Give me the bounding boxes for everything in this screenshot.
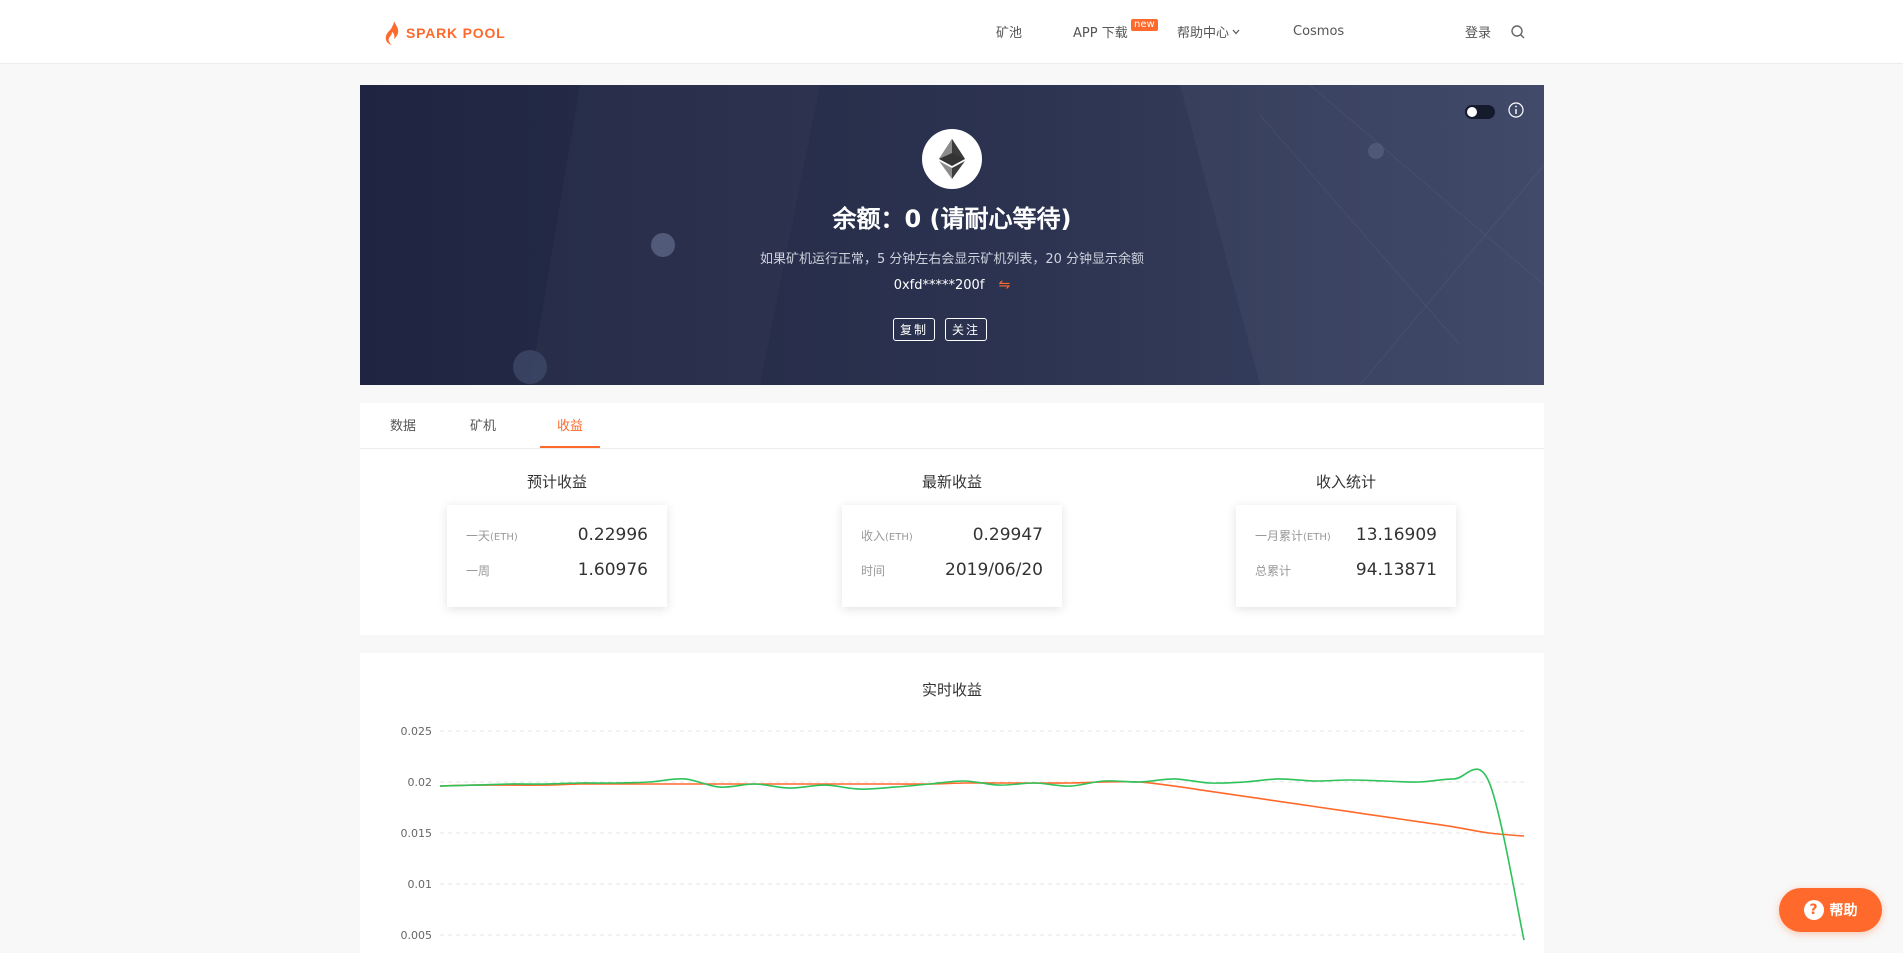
stat-row: 一月累计(ETH) 13.16909 <box>1255 525 1437 545</box>
y-tick-label: 0.025 <box>401 725 433 738</box>
income-stats-card: 一月累计(ETH) 13.16909 总累计 94.13871 <box>1236 505 1456 607</box>
nav-pool-label: 矿池 <box>996 26 1023 41</box>
nav-app-download[interactable]: APP 下载 new <box>1073 0 1158 63</box>
section-tabs: 数据 矿机 收益 <box>360 403 1544 449</box>
stat-row: 总累计 94.13871 <box>1255 560 1437 580</box>
toggle-knob <box>1467 107 1477 117</box>
wallet-address: 0xfd*****200f <box>893 278 985 293</box>
chevron-down-icon <box>1232 29 1240 34</box>
earnings-stats: 预计收益 一天(ETH) 0.22996 一周 1.60976 最新收益 收入(… <box>360 449 1544 635</box>
wallet-address-row: 0xfd*****200f ⇋ <box>360 277 1544 293</box>
status-hint: 如果矿机运行正常，5 分钟左右会显示矿机列表，20 分钟显示余额 <box>759 252 1145 267</box>
series-line-1 <box>439 780 1525 837</box>
new-badge: new <box>1131 19 1158 31</box>
stat-label: 一天(ETH) <box>466 527 518 544</box>
stat-unit: (ETH) <box>490 531 518 543</box>
stat-value: 94.13871 <box>1355 560 1437 580</box>
nav-login[interactable]: 登录 <box>1465 0 1491 63</box>
ethereum-logo <box>922 129 982 189</box>
stat-label-text: 一月累计 <box>1255 528 1304 543</box>
info-icon[interactable] <box>1507 101 1525 119</box>
stat-value: 13.16909 <box>1355 525 1437 545</box>
income-stats-title: 收入统计 <box>1315 473 1376 491</box>
y-tick-label: 0.02 <box>408 776 433 789</box>
latest-earnings-title: 最新收益 <box>921 473 982 491</box>
stat-value: 1.60976 <box>577 560 648 580</box>
flame-icon <box>385 21 399 45</box>
stat-unit: (ETH) <box>1303 531 1331 543</box>
help-question-icon: ? <box>1803 900 1824 920</box>
theme-toggle[interactable] <box>1465 105 1495 119</box>
search-icon[interactable] <box>1510 24 1526 40</box>
tab-earnings[interactable]: 收益 <box>540 403 600 448</box>
stat-unit: (ETH) <box>885 531 913 543</box>
stat-label: 收入(ETH) <box>861 527 913 544</box>
tab-data[interactable]: 数据 <box>382 403 424 448</box>
stat-label-text: 收入 <box>861 528 886 543</box>
ethereum-icon <box>939 139 965 179</box>
stat-label: 总累计 <box>1255 563 1292 578</box>
stat-value: 0.29947 <box>972 525 1043 545</box>
logo-text: SPARK POOL <box>406 25 506 41</box>
stat-label: 时间 <box>861 563 886 578</box>
series-line-2 <box>439 768 1525 941</box>
nav-login-label: 登录 <box>1465 26 1492 41</box>
stat-row: 收入(ETH) 0.29947 <box>861 525 1043 545</box>
tab-miners[interactable]: 矿机 <box>462 403 504 448</box>
switch-address-icon[interactable]: ⇋ <box>999 277 1011 293</box>
help-button-label: 帮助 <box>1829 903 1858 919</box>
stat-row: 时间 2019/06/20 <box>861 560 1043 580</box>
nav-cosmos-label: Cosmos <box>1293 24 1345 39</box>
latest-earnings-card: 收入(ETH) 0.29947 时间 2019/06/20 <box>842 505 1062 607</box>
help-button[interactable]: ? 帮助 <box>1779 888 1882 932</box>
nav-help-center[interactable]: 帮助中心 <box>1177 0 1241 63</box>
stat-value: 0.22996 <box>577 525 648 545</box>
y-tick-label: 0.005 <box>401 929 433 942</box>
banner-actions: 复制 关注 <box>893 318 988 341</box>
y-tick-label: 0.01 <box>408 878 433 891</box>
top-header: SPARK POOL 矿池 APP 下载 new 帮助中心 Cosmos 登录 <box>0 0 1903 64</box>
balance-text: 余额：0 (请耐心等待) <box>832 205 1072 233</box>
y-tick-label: 0.015 <box>401 827 433 840</box>
nav-pool[interactable]: 矿池 <box>996 0 1022 63</box>
account-banner: 余额：0 (请耐心等待) 如果矿机运行正常，5 分钟左右会显示矿机列表，20 分… <box>360 85 1544 385</box>
stat-label: 一周 <box>466 563 491 578</box>
nav-cosmos[interactable]: Cosmos <box>1293 0 1344 63</box>
estimated-earnings-title: 预计收益 <box>526 473 587 491</box>
realtime-earnings-panel: 实时收益 0.005 0.01 0.015 0.02 0.025 <box>360 653 1544 953</box>
nav-help-label: 帮助中心 <box>1177 26 1230 41</box>
estimated-earnings-card: 一天(ETH) 0.22996 一周 1.60976 <box>447 505 667 607</box>
stat-value: 2019/06/20 <box>945 560 1043 580</box>
nav-app-label: APP 下载 <box>1073 26 1128 41</box>
stat-row: 一周 1.60976 <box>466 560 648 580</box>
stat-label: 一月累计(ETH) <box>1255 527 1331 544</box>
spark-pool-logo[interactable]: SPARK POOL <box>384 20 506 46</box>
stat-label-text: 一天 <box>466 528 491 543</box>
copy-button[interactable]: 复制 <box>893 318 936 341</box>
stat-row: 一天(ETH) 0.22996 <box>466 525 648 545</box>
realtime-earnings-chart: 0.005 0.01 0.015 0.02 0.025 <box>401 725 1525 942</box>
follow-button[interactable]: 关注 <box>945 318 988 341</box>
